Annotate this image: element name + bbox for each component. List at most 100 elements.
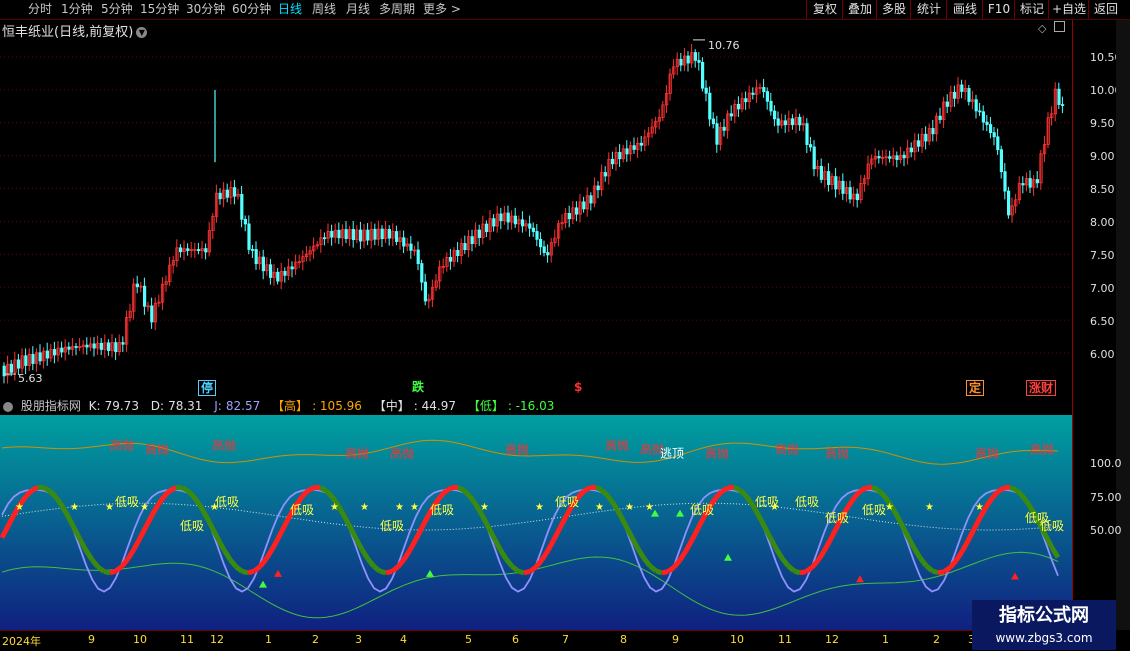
back-button[interactable]: 返回 (1088, 0, 1123, 19)
star-icon: ★ (885, 502, 894, 513)
candle-body (583, 202, 585, 209)
statistics-button[interactable]: 统计 (910, 0, 947, 19)
tab-weekly[interactable]: 周线 (312, 1, 336, 18)
candle-body (1061, 105, 1063, 106)
buy-label: 低吸 (555, 495, 579, 509)
star-icon: ★ (770, 502, 779, 513)
candle-body (910, 148, 912, 152)
buy-label: 低吸 (795, 495, 819, 509)
tab-30min[interactable]: 30分钟 (186, 1, 225, 18)
k-label: K:79.73 (89, 399, 143, 413)
candle-body (323, 238, 325, 239)
date-tick: 12 (210, 633, 224, 646)
candle-body (17, 360, 19, 368)
kd-ribbon-segment (944, 568, 950, 572)
tab-5min[interactable]: 5分钟 (101, 1, 133, 18)
candle-body (701, 62, 703, 88)
fuquan-button[interactable]: 复权 (806, 0, 843, 19)
buy-label: 低吸 (430, 503, 454, 517)
tab-15min[interactable]: 15分钟 (140, 1, 179, 18)
candle-body (698, 60, 700, 62)
star-icon: ★ (105, 502, 114, 513)
kd-ribbon-segment (668, 567, 674, 571)
candle-body (151, 306, 153, 322)
escape-label: 逃顶 (660, 447, 684, 461)
date-tick: 7 (562, 633, 569, 646)
high-value: 【高】: 105.96 (272, 399, 366, 413)
indicator-name[interactable]: 股朋指标网 (21, 399, 81, 413)
candle-body (514, 216, 516, 224)
candle-body (421, 264, 423, 283)
tab-monthly[interactable]: 月线 (346, 1, 370, 18)
tab-daily[interactable]: 日线 (278, 1, 302, 18)
multi-stock-button[interactable]: 多股 (876, 0, 911, 19)
kd-ribbon-segment (938, 572, 944, 573)
candle-body (784, 121, 786, 125)
sell-label: 高抛 (110, 438, 134, 453)
star-icon: ★ (360, 502, 369, 513)
add-favorite-button[interactable]: +自选 (1048, 0, 1089, 19)
candle-body (388, 229, 390, 238)
tab-fenshi[interactable]: 分时 (28, 1, 52, 18)
tab-60min[interactable]: 60分钟 (232, 1, 271, 18)
star-icon: ★ (15, 502, 24, 513)
candle-body (122, 343, 124, 345)
date-tick: 2024年 (2, 633, 41, 649)
indicator-collapse-icon[interactable] (3, 402, 13, 412)
diamond-icon[interactable]: ◇ (1038, 22, 1046, 35)
candlestick-chart[interactable] (0, 37, 1072, 397)
max-price-label: 10.76 (708, 39, 740, 52)
indicator-chart[interactable]: 高抛高抛高抛高抛高抛高抛高抛高抛高抛高抛高抛高抛高抛低吸低吸低吸低吸低吸低吸低吸… (0, 415, 1072, 630)
candle-body (611, 159, 613, 164)
candle-body (773, 111, 775, 119)
candle-body (575, 208, 577, 214)
candle-body (968, 88, 970, 101)
candle-body (449, 257, 451, 261)
date-tick: 11 (778, 633, 792, 646)
watermark-url: www.zbgs3.com (972, 630, 1116, 646)
close-box-icon[interactable] (1054, 21, 1065, 32)
candle-body (464, 243, 466, 249)
candle-body (93, 344, 95, 348)
candle-body (856, 194, 858, 200)
mark-button[interactable]: 标记 (1014, 0, 1049, 19)
draw-line-button[interactable]: 画线 (946, 0, 983, 19)
f10-button[interactable]: F10 (982, 0, 1015, 19)
candle-body (532, 228, 534, 231)
tab-more[interactable]: 更多 > (423, 1, 461, 18)
date-tick: 9 (672, 633, 679, 646)
kd-ribbon-segment (380, 571, 386, 573)
candle-body (478, 230, 480, 237)
price-tick: 8.50 (1090, 183, 1115, 196)
tab-1min[interactable]: 1分钟 (61, 1, 93, 18)
date-tick: 9 (88, 633, 95, 646)
candle-body (507, 213, 509, 222)
candle-body (961, 85, 963, 92)
kd-ribbon-segment (1004, 487, 1010, 488)
candle-body (179, 248, 181, 252)
date-tick: 2 (933, 633, 940, 646)
candle-body (590, 196, 592, 203)
candle-body (878, 156, 880, 157)
candle-body (403, 238, 405, 246)
sell-label: 高抛 (825, 446, 849, 461)
date-tick: 10 (133, 633, 147, 646)
candle-body (1029, 178, 1031, 187)
candle-body (107, 343, 109, 351)
candle-body (61, 348, 63, 352)
star-icon: ★ (975, 502, 984, 513)
candle-body (53, 349, 55, 355)
candle-body (471, 237, 473, 244)
star-icon: ★ (480, 502, 489, 513)
price-axis-line (1072, 20, 1073, 630)
candle-body (291, 267, 293, 269)
buy-label: 低吸 (825, 511, 849, 525)
indicator-tick: 50.00 (1090, 524, 1122, 537)
tab-multi-period[interactable]: 多周期 (379, 1, 415, 18)
kd-ribbon-segment (860, 488, 866, 492)
price-tick: 9.50 (1090, 117, 1115, 130)
candle-body (889, 157, 891, 159)
candle-body (680, 59, 682, 65)
overlay-button[interactable]: 叠加 (842, 0, 877, 19)
candle-body (485, 224, 487, 232)
